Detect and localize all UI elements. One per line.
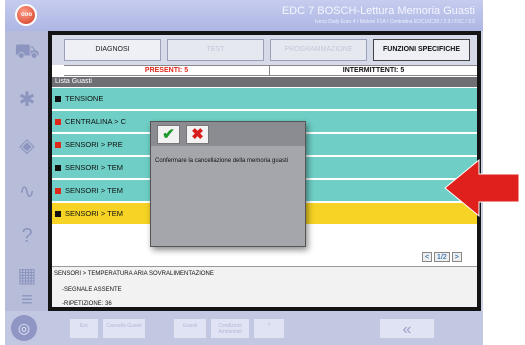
wrench-icon[interactable]: ✱ (14, 87, 40, 113)
fault-row-label: SENSORI > TEM (65, 186, 124, 195)
condizioni-ambientali-button[interactable]: Condizioni Ambientali (210, 318, 250, 339)
truck-icon[interactable]: ⛟ (14, 39, 40, 65)
pager-next-button[interactable]: > (451, 252, 462, 262)
window-subtitle: Iveco Daily Euro 4 / Motore F1A / Centra… (314, 19, 475, 25)
present-count: PRESENTI: 5 (144, 67, 189, 74)
gauge-icon[interactable]: ◎ (11, 315, 37, 341)
pager-page-indicator: 1/2 (434, 252, 450, 262)
intermittent-count: INTERMITTENTI: 5 (269, 66, 477, 76)
red-arrow-icon (444, 158, 520, 218)
status-square-icon (55, 96, 61, 102)
list-icon[interactable]: ≡ (14, 287, 40, 313)
pager: < 1/2 > (422, 252, 462, 263)
dialog-toolbar: ✔ ✖ (151, 122, 305, 146)
fault-detail-panel: SENSORI > TEMPERATURA ARIA SOVRALIMENTAZ… (52, 266, 477, 307)
bottom-toolbar: ◎ Esc Cancella Guasti Guasti Condizioni … (5, 311, 483, 345)
status-square-icon (55, 211, 61, 217)
tab-bar: DIAGNOSI TEST PROGRAMMAZIONE FUNZIONI SP… (52, 35, 477, 65)
esc-button[interactable]: Esc (69, 318, 99, 339)
fault-row-label: TENSIONE (65, 94, 104, 103)
left-toolbar: ⛟ ✱ ◈ ∿ ? ▦ ≡ (5, 31, 48, 345)
database-icon[interactable]: ◈ (14, 133, 40, 159)
fault-row-label: SENSORI > TEM (65, 163, 124, 172)
cancella-guasti-button[interactable]: Cancella Guasti (102, 318, 146, 339)
window-title: EDC 7 BOSCH-Lettura Memoria Guasti (281, 5, 475, 17)
confirm-dialog: ✔ ✖ Confermare la cancellazione della me… (150, 121, 306, 247)
power-label: ooo (21, 12, 32, 18)
check-icon: ✔ (162, 126, 175, 143)
fault-counters: PRESENTI: 5 INTERMITTENTI: 5 (64, 65, 477, 76)
status-square-icon (55, 165, 61, 171)
guasti-button[interactable]: Guasti (173, 318, 207, 339)
detail-title: SENSORI > TEMPERATURA ARIA SOVRALIMENTAZ… (54, 271, 214, 277)
tab-diagnosi[interactable]: DIAGNOSI (64, 39, 161, 61)
cancel-button[interactable]: ✖ (186, 125, 209, 144)
status-square-icon (55, 142, 61, 148)
fault-row-label: SENSORI > PRE (65, 140, 123, 149)
title-bar: ooo EDC 7 BOSCH-Lettura Memoria Guasti I… (5, 0, 483, 31)
fault-row-label: SENSORI > TEM (65, 209, 124, 218)
fault-row-label: CENTRALINA > C (65, 117, 127, 126)
main-screen: DIAGNOSI TEST PROGRAMMAZIONE FUNZIONI SP… (48, 31, 481, 311)
power-button[interactable]: ooo (15, 4, 37, 26)
status-square-icon (55, 119, 61, 125)
fault-row[interactable]: TENSIONE (52, 88, 477, 110)
status-square-icon (55, 188, 61, 194)
tab-programmazione[interactable]: PROGRAMMAZIONE (270, 39, 367, 61)
app-window: ooo EDC 7 BOSCH-Lettura Memoria Guasti I… (5, 0, 483, 345)
help-button[interactable]: ? (253, 318, 285, 339)
back-button[interactable]: « (379, 318, 435, 339)
chart-icon[interactable]: ∿ (14, 179, 40, 205)
dialog-message: Confermare la cancellazione della memori… (155, 158, 289, 164)
main-panel: DIAGNOSI TEST PROGRAMMAZIONE FUNZIONI SP… (52, 35, 477, 307)
list-header: Lista Guasti (52, 77, 477, 87)
pager-prev-button[interactable]: < (422, 252, 433, 262)
confirm-button[interactable]: ✔ (157, 125, 180, 144)
printer-icon[interactable]: ▦ (14, 263, 40, 289)
help-icon[interactable]: ? (14, 223, 40, 249)
double-chevron-left-icon: « (402, 321, 412, 338)
x-icon: ✖ (191, 126, 204, 143)
detail-line-2: -RIPETIZIONE: 36 (62, 301, 112, 307)
detail-line-1: -SEGNALE ASSENTE (62, 287, 122, 293)
tab-test[interactable]: TEST (167, 39, 264, 61)
tab-funzioni-specifiche[interactable]: FUNZIONI SPECIFICHE (373, 39, 470, 61)
